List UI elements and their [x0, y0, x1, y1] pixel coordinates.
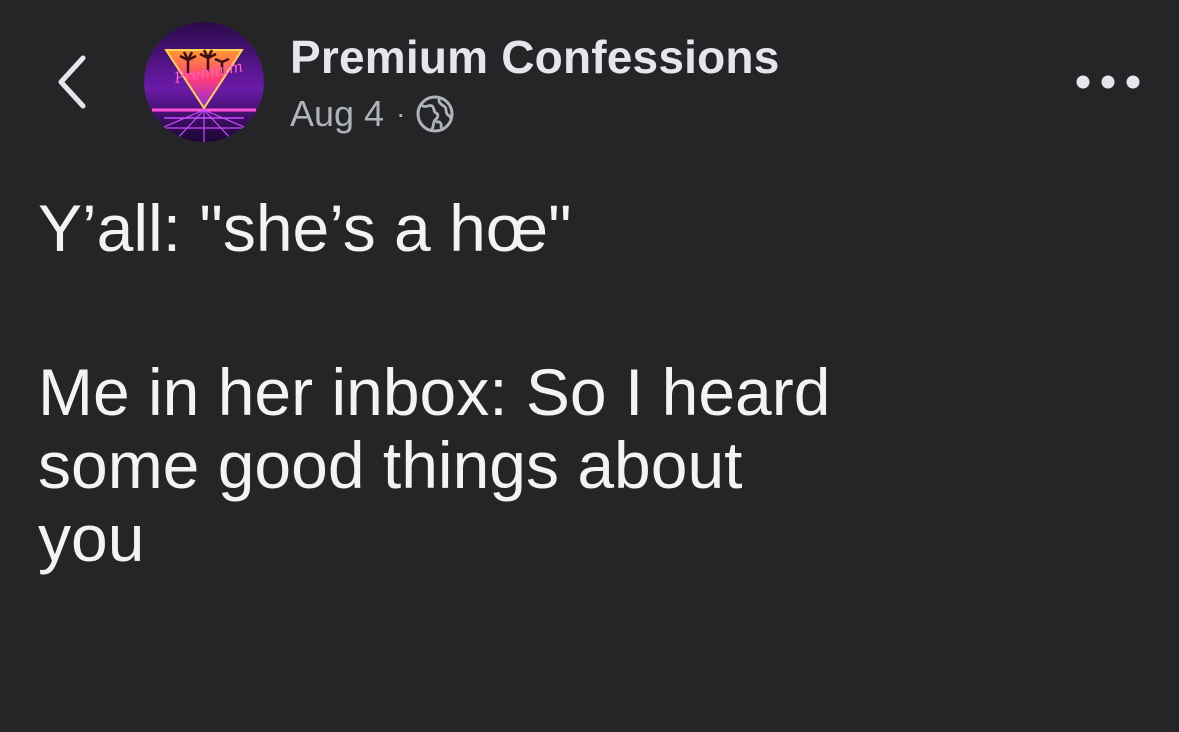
more-options-button[interactable] — [1070, 60, 1146, 104]
post-header: Premium Premium Confessions Aug 4 · — [0, 0, 1179, 170]
globe-icon — [416, 95, 454, 133]
post-line: Me in her inbox: So I heard — [38, 355, 831, 429]
post-line: you — [38, 501, 145, 575]
post-date[interactable]: Aug 4 — [290, 93, 384, 135]
chevron-left-icon — [58, 55, 86, 109]
back-button[interactable] — [44, 48, 100, 116]
post-meta: Aug 4 · — [290, 92, 455, 136]
post-text: Y’all: "she’s a hœ" Me in her inbox: So … — [38, 192, 1148, 575]
meta-separator: · — [396, 98, 406, 129]
post-line: Y’all: "she’s a hœ" — [38, 191, 572, 265]
page-name-link[interactable]: Premium Confessions — [290, 30, 779, 84]
more-horizontal-icon — [1076, 75, 1140, 89]
post-line: some good things about — [38, 428, 743, 502]
page-avatar[interactable]: Premium — [144, 22, 264, 142]
page-logo: Premium — [144, 22, 264, 142]
post-paragraph-break — [38, 265, 1148, 356]
